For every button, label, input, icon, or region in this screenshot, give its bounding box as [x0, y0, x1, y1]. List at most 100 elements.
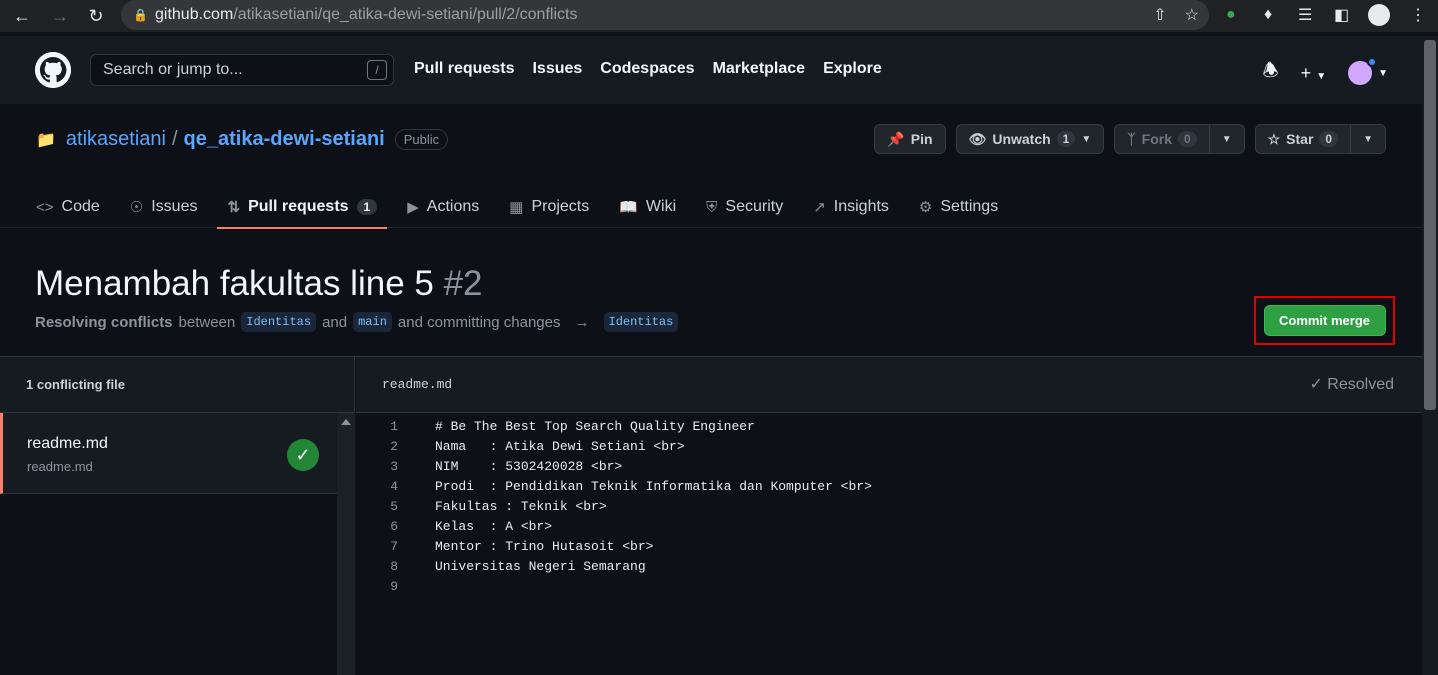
- create-new-button[interactable]: + ▼: [1301, 63, 1326, 84]
- nav-issues[interactable]: Issues: [532, 60, 582, 78]
- line-number: 1: [390, 419, 398, 434]
- url-path: /atikasetiani/qe_atika-dewi-setiani/pull…: [233, 6, 578, 23]
- line-content: Prodi : Pendidikan Teknik Informatika da…: [435, 479, 872, 494]
- star-icon: ☆: [1267, 130, 1281, 147]
- check-icon: ✓: [1309, 376, 1323, 393]
- line-number: 9: [390, 579, 398, 594]
- tab-label: Issues: [151, 198, 198, 215]
- tab-pull-requests[interactable]: ⇅ Pull requests 1: [217, 186, 387, 229]
- pin-icon: 📌: [887, 130, 905, 147]
- browser-toolbar: ← → ↻ 🔒 github.com/atikasetiani/qe_atika…: [0, 0, 1438, 32]
- commit-merge-button[interactable]: Commit merge: [1263, 305, 1386, 336]
- code-editor[interactable]: 1 # Be The Best Top Search Quality Engine…: [356, 413, 1422, 675]
- scrollbar-thumb[interactable]: [1424, 40, 1436, 410]
- star-dropdown[interactable]: ▼: [1350, 125, 1385, 153]
- tab-actions[interactable]: ▶ Actions: [407, 186, 479, 228]
- gear-icon: ⚙: [918, 199, 933, 216]
- tab-code[interactable]: <> Code: [36, 186, 100, 228]
- forward-icon[interactable]: →: [42, 0, 78, 32]
- line-content: # Be The Best Top Search Quality Enginee…: [435, 419, 755, 434]
- subtitle-committing: and committing changes: [397, 313, 561, 331]
- caret-down-icon: ▼: [1378, 67, 1388, 79]
- star-count: 0: [1319, 131, 1339, 147]
- tab-wiki[interactable]: 📖 Wiki: [619, 186, 676, 228]
- caret-down-icon: ▼: [1363, 133, 1373, 145]
- pin-label: Pin: [910, 131, 933, 147]
- line-number: 4: [390, 479, 398, 494]
- tab-projects[interactable]: ▦ Projects: [509, 186, 589, 228]
- line-content: Nama : Atika Dewi Setiani <br>: [435, 439, 685, 454]
- target-branch: Identitas: [603, 312, 679, 332]
- nav-explore[interactable]: Explore: [823, 60, 882, 78]
- address-bar[interactable]: 🔒 github.com/atikasetiani/qe_atika-dewi-…: [121, 0, 1209, 30]
- fork-icon: ᛉ: [1127, 131, 1136, 147]
- search-input[interactable]: Search or jump to... /: [90, 54, 394, 86]
- tab-label: Settings: [940, 198, 999, 215]
- nav-pull-requests[interactable]: Pull requests: [414, 60, 514, 78]
- file-list: readme.md readme.md ✓: [0, 413, 355, 675]
- repo-icon: 📁: [36, 131, 56, 149]
- pull-request-icon: ⇅: [227, 199, 241, 216]
- tab-label: Wiki: [645, 198, 677, 215]
- bell-icon[interactable]: 🕭: [1263, 58, 1279, 88]
- conflicting-files-header: 1 conflicting file: [0, 357, 355, 413]
- pr-subtitle: Resolving conflicts between Identitas an…: [35, 312, 679, 332]
- line-number: 8: [390, 559, 398, 574]
- repo-name-link[interactable]: qe_atika-dewi-setiani: [184, 128, 385, 151]
- tab-security[interactable]: ⛨ Security: [706, 186, 783, 228]
- repo-separator: /: [171, 128, 178, 150]
- back-icon[interactable]: ←: [4, 0, 40, 32]
- pr-title-text: Menambah fakultas line 5: [35, 264, 434, 303]
- avatar: [1348, 57, 1378, 85]
- pr-number: #2: [443, 264, 483, 303]
- code-line: 7 Mentor : Trino Hutasoit <br>: [356, 539, 653, 559]
- user-menu[interactable]: ▼: [1348, 57, 1388, 85]
- global-nav: Pull requests Issues Codespaces Marketpl…: [414, 60, 882, 78]
- tab-label: Projects: [531, 198, 590, 215]
- fork-label: Fork: [1141, 131, 1173, 147]
- scroll-up-icon[interactable]: [341, 419, 351, 425]
- code-line: 3 NIM : 5302420028 <br>: [356, 459, 622, 479]
- tab-label: Code: [61, 198, 100, 215]
- line-number: 2: [390, 439, 398, 454]
- profile-icon[interactable]: [1368, 0, 1390, 30]
- plus-icon: +: [1300, 62, 1312, 83]
- file-item[interactable]: readme.md readme.md ✓: [0, 413, 337, 494]
- line-number: 3: [390, 459, 398, 474]
- check-circle-icon: ✓: [287, 439, 319, 471]
- line-number: 6: [390, 519, 398, 534]
- github-logo-icon[interactable]: [35, 52, 71, 88]
- repo-owner-link[interactable]: atikasetiani: [66, 128, 166, 151]
- extension-icon[interactable]: ●: [1226, 0, 1236, 30]
- reload-icon[interactable]: ↻: [78, 0, 114, 32]
- pin-button[interactable]: 📌 Pin: [874, 124, 946, 154]
- tab-settings[interactable]: ⚙ Settings: [919, 186, 998, 228]
- tab-label: Pull requests: [248, 198, 349, 215]
- line-number: 5: [390, 499, 398, 514]
- menu-kebab-icon[interactable]: ⋮: [1410, 0, 1426, 30]
- resolved-label: Resolved: [1327, 376, 1394, 393]
- tab-insights[interactable]: ↗ Insights: [813, 186, 889, 228]
- line-content: Mentor : Trino Hutasoit <br>: [435, 539, 654, 554]
- base-branch: main: [353, 312, 392, 332]
- unwatch-button[interactable]: 👁 Unwatch 1 ▼: [955, 124, 1105, 154]
- code-line: 8 Universitas Negeri Semarang: [356, 559, 645, 579]
- unwatch-label: Unwatch: [992, 131, 1051, 147]
- highlight-box: Commit merge: [1254, 296, 1395, 345]
- star-label: Star: [1286, 131, 1314, 147]
- nav-marketplace[interactable]: Marketplace: [713, 60, 806, 78]
- media-icon[interactable]: ☰: [1298, 0, 1312, 30]
- share-icon[interactable]: ⇧: [1153, 5, 1166, 25]
- puzzle-icon[interactable]: ♦: [1264, 0, 1272, 30]
- line-content: NIM : 5302420028 <br>: [435, 459, 623, 474]
- star-button[interactable]: ☆ Star 0 ▼: [1254, 124, 1386, 154]
- fork-button[interactable]: ᛉ Fork 0 ▼: [1114, 124, 1245, 154]
- repo-header: 📁 atikasetiani / qe_atika-dewi-setiani P…: [0, 104, 1422, 229]
- bookmark-star-icon[interactable]: ☆: [1185, 5, 1199, 25]
- sidepanel-icon[interactable]: ◧: [1334, 0, 1349, 30]
- tab-issues[interactable]: ☉ Issues: [130, 186, 198, 228]
- fork-dropdown[interactable]: ▼: [1208, 125, 1244, 153]
- nav-codespaces[interactable]: Codespaces: [600, 60, 694, 78]
- file-list-scrollbar[interactable]: [337, 413, 355, 675]
- page-scrollbar[interactable]: [1422, 36, 1438, 675]
